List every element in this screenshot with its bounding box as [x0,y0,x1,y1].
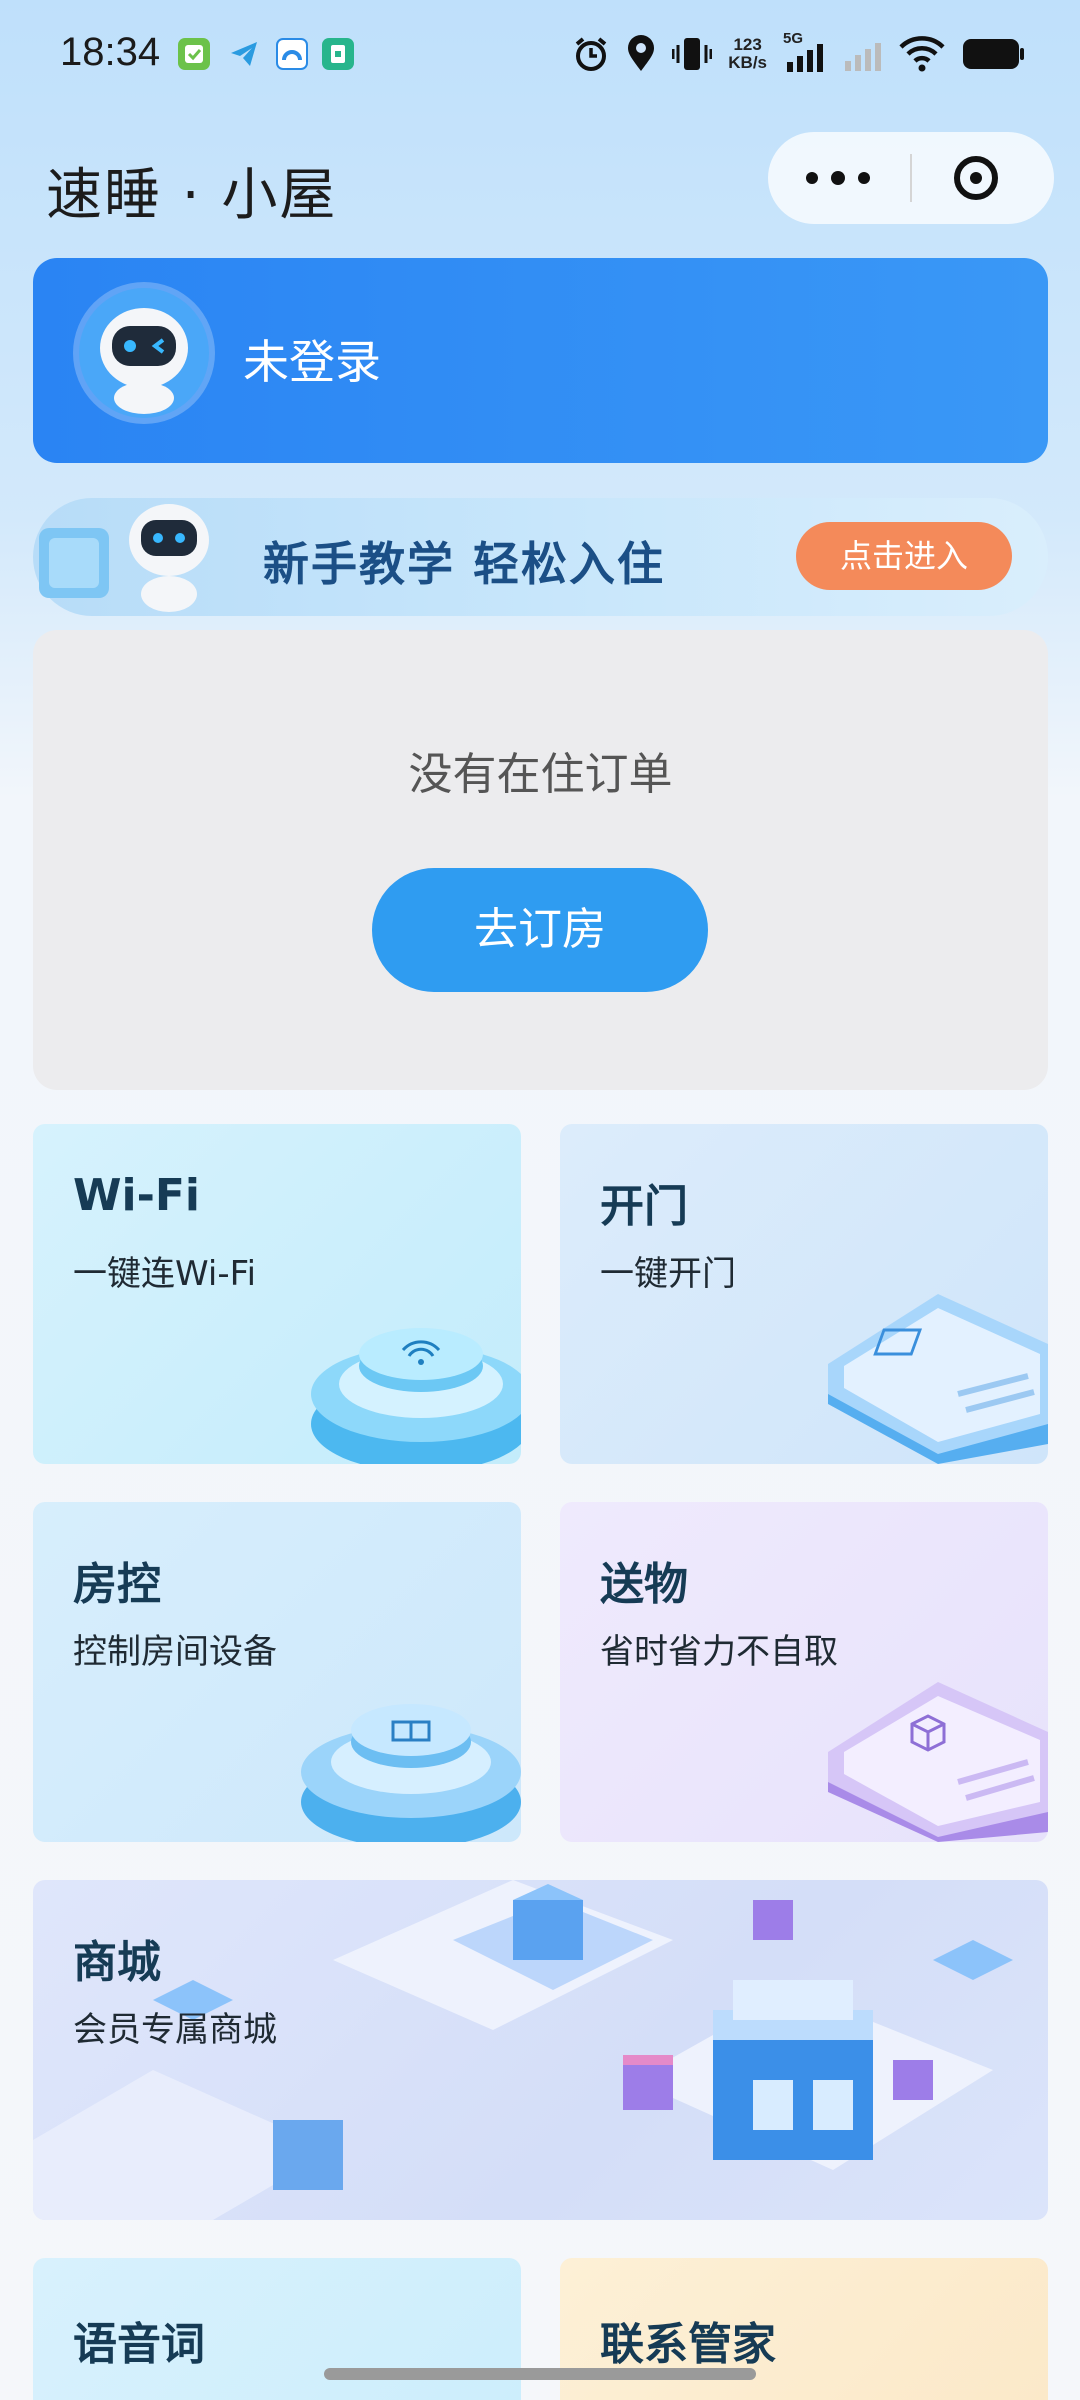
cloud-app-icon [276,38,308,70]
tile-mall-subtitle: 会员专属商城 [73,2010,277,2050]
location-icon [628,35,655,71]
tile-voice-title: 语音词 [73,2319,205,2370]
wechat-pay-icon [178,38,210,70]
vibrate-icon [672,38,713,70]
mall-banner[interactable]: 商城 会员专属商城 [33,1880,1048,2220]
close-target-icon[interactable] [954,156,998,200]
tile-butler-title: 联系管家 [600,2319,776,2370]
tutorial-enter-button[interactable]: 点击进入 [796,522,1012,590]
status-icons: 123 KB/s 5G [572,30,1025,76]
wifi-icon [899,36,945,72]
tile-wifi-title: Wi-Fi [73,1170,201,1221]
room-control-device-icon [301,1704,521,1842]
tile-wifi-subtitle: 一键连Wi-Fi [73,1254,257,1294]
door-card-icon [828,1294,1048,1464]
tile-gift-subtitle: 省时省力不自取 [600,1632,838,1672]
sim-app-icon [322,38,354,70]
net-speed: 123 KB/s [728,36,767,72]
book-room-button[interactable]: 去订房 [372,868,708,992]
login-status[interactable]: 未登录 [243,326,381,392]
tile-door[interactable]: 开门 一键开门 [560,1124,1048,1464]
page-title: 速睡 · 小屋 [46,163,338,228]
mini-program-capsule [768,132,1054,224]
tutorial-banner[interactable]: 新手教学 轻松入住 点击进入 [33,498,1048,616]
more-icon[interactable] [806,171,876,185]
robot-mascot-icon [39,504,209,612]
net-speed-value: 123 [733,35,762,54]
tile-door-subtitle: 一键开门 [600,1254,736,1294]
tile-wifi[interactable]: Wi-Fi 一键连Wi-Fi [33,1124,521,1464]
telegram-icon [228,38,260,70]
orders-empty-text: 没有在住订单 [408,749,673,800]
tile-delivery[interactable]: 送物 省时省力不自取 [560,1502,1048,1842]
signal-icon: 5G [783,30,827,74]
tile-room-title: 房控 [73,1559,161,1610]
status-time: 18:34 [60,30,161,74]
tile-room-subtitle: 控制房间设备 [73,1632,277,1672]
tutorial-text: 新手教学 轻松入住 [263,537,666,591]
tile-room-control[interactable]: 房控 控制房间设备 [33,1502,521,1842]
tile-mall-title: 商城 [73,1937,161,1988]
tile-door-title: 开门 [600,1181,688,1232]
capsule-divider [910,154,912,202]
signal-weak-icon [845,43,881,71]
login-card[interactable]: 未登录 [33,258,1048,463]
tile-gift-title: 送物 [600,1559,688,1610]
wifi-router-icon [311,1328,521,1464]
battery-icon [963,39,1024,69]
net-speed-unit: KB/s [728,53,767,72]
orders-panel: 没有在住订单 去订房 [33,630,1048,1090]
robot-avatar-icon[interactable] [79,288,209,418]
home-indicator[interactable] [324,2368,756,2380]
network-type: 5G [783,30,804,47]
delivery-box-icon [828,1682,1048,1842]
alarm-icon [575,37,607,71]
